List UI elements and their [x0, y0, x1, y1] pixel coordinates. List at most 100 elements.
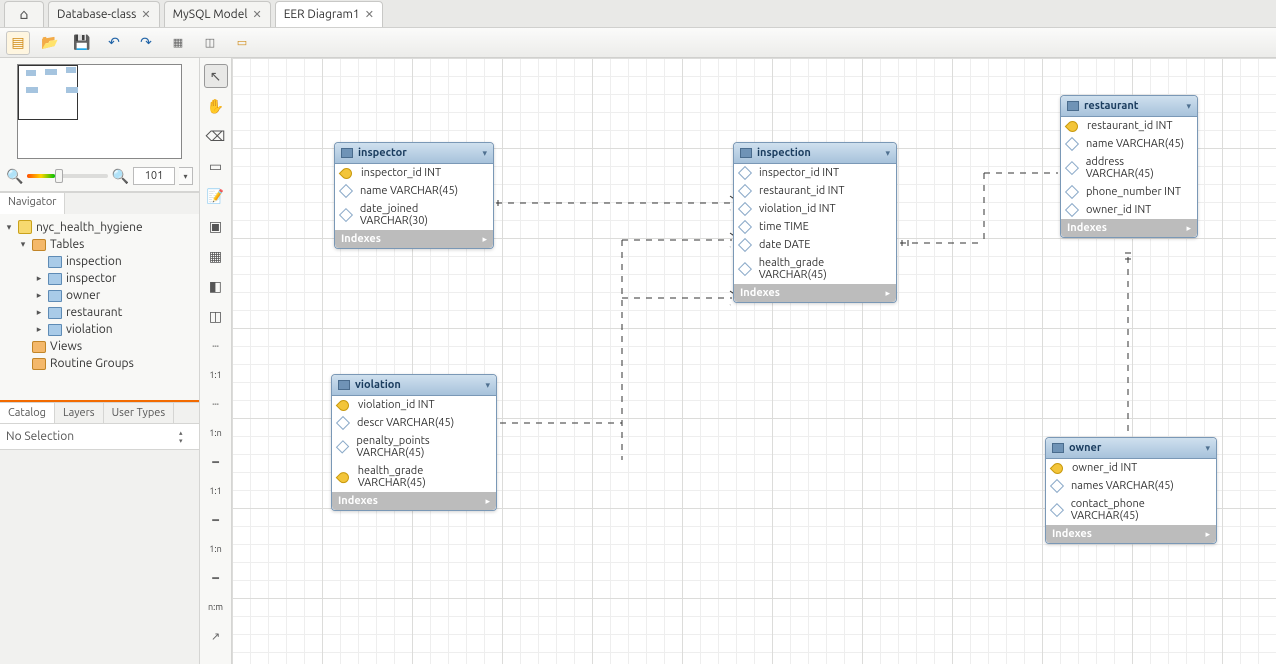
align-button[interactable]: ◫ — [198, 31, 222, 55]
new-file-button[interactable]: ▤ — [6, 31, 30, 55]
entity-indexes-toggle[interactable]: Indexes▸ — [734, 284, 896, 302]
tree-table-owner[interactable]: ▸ owner — [0, 287, 199, 304]
entity-header[interactable]: inspector▾ — [335, 143, 493, 164]
close-icon[interactable]: ✕ — [252, 8, 261, 21]
entity-column[interactable]: owner_id INT — [1061, 201, 1197, 219]
entity-column[interactable]: names VARCHAR(45) — [1046, 477, 1216, 495]
expand-icon[interactable]: ▸ — [1186, 223, 1191, 234]
undo-button[interactable]: ↶ — [102, 31, 126, 55]
tree-tables-folder[interactable]: ▾ Tables — [0, 236, 199, 253]
open-file-button[interactable]: 📂 — [38, 31, 62, 55]
entity-header[interactable]: violation▾ — [332, 375, 496, 396]
entity-indexes-toggle[interactable]: Indexes▸ — [1061, 219, 1197, 237]
collapse-icon[interactable]: ▾ — [1205, 443, 1210, 454]
entity-header[interactable]: inspection▾ — [734, 143, 896, 164]
rel-existing-tool[interactable]: ↗ — [204, 624, 228, 648]
routine-tool[interactable]: ◫ — [204, 304, 228, 328]
expand-icon[interactable]: ▸ — [885, 288, 890, 299]
diagram-canvas[interactable]: inspector▾inspector_id INTname VARCHAR(4… — [232, 58, 1276, 664]
layers-tab[interactable]: Layers — [55, 403, 104, 423]
entity-column[interactable]: descr VARCHAR(45) — [332, 414, 496, 432]
collapse-icon[interactable]: ▾ — [482, 148, 487, 159]
expand-icon[interactable]: ▾ — [18, 239, 28, 250]
entity-column[interactable]: restaurant_id INT — [1061, 117, 1197, 135]
tree-routines-folder[interactable]: Routine Groups — [0, 355, 199, 372]
tree-table-inspector[interactable]: ▸ inspector — [0, 270, 199, 287]
entity-violation[interactable]: violation▾violation_id INTdescr VARCHAR(… — [331, 374, 497, 511]
entity-column[interactable]: violation_id INT — [734, 200, 896, 218]
entity-inspection[interactable]: inspection▾inspector_id INTrestaurant_id… — [733, 142, 897, 303]
usertypes-tab[interactable]: User Types — [104, 403, 175, 423]
layer-tool[interactable]: ▭ — [204, 154, 228, 178]
catalog-tab[interactable]: Catalog — [0, 403, 55, 423]
entity-column[interactable]: date_joined VARCHAR(30) — [335, 200, 493, 230]
entity-indexes-toggle[interactable]: Indexes▸ — [335, 230, 493, 248]
entity-column[interactable]: phone_number INT — [1061, 183, 1197, 201]
rel-1-n-nonident-tool[interactable]: ┄ — [204, 392, 228, 416]
tree-views-folder[interactable]: Views — [0, 338, 199, 355]
entity-column[interactable]: health_grade VARCHAR(45) — [332, 462, 496, 492]
rel-1-1-ident-tool[interactable]: ━ — [204, 450, 228, 474]
entity-column[interactable]: penalty_points VARCHAR(45) — [332, 432, 496, 462]
entity-header[interactable]: restaurant▾ — [1061, 96, 1197, 117]
entity-column[interactable]: owner_id INT — [1046, 459, 1216, 477]
entity-column[interactable]: date DATE — [734, 236, 896, 254]
pointer-tool[interactable]: ↖ — [204, 64, 228, 88]
zoom-in-icon[interactable]: 🔍 — [112, 168, 129, 185]
mini-map[interactable] — [17, 64, 182, 159]
entity-column[interactable]: health_grade VARCHAR(45) — [734, 254, 896, 284]
entity-column[interactable]: time TIME — [734, 218, 896, 236]
expand-icon[interactable]: ▸ — [1205, 529, 1210, 540]
rel-1-1-nonident-tool[interactable]: ┄ — [204, 334, 228, 358]
entity-column[interactable]: contact_phone VARCHAR(45) — [1046, 495, 1216, 525]
home-tab[interactable]: ⌂ — [4, 1, 44, 27]
entity-indexes-toggle[interactable]: Indexes▸ — [332, 492, 496, 510]
view-tool[interactable]: ◧ — [204, 274, 228, 298]
expand-icon[interactable]: ▸ — [485, 496, 490, 507]
zoom-dropdown[interactable]: ▾ — [179, 167, 193, 185]
entity-column[interactable]: name VARCHAR(45) — [335, 182, 493, 200]
entity-column[interactable]: violation_id INT — [332, 396, 496, 414]
zoom-value[interactable]: 101 — [133, 167, 175, 185]
tree-table-restaurant[interactable]: ▸ restaurant — [0, 304, 199, 321]
save-button[interactable]: 💾 — [70, 31, 94, 55]
entity-indexes-toggle[interactable]: Indexes▸ — [1046, 525, 1216, 543]
entity-column[interactable]: inspector_id INT — [335, 164, 493, 182]
expand-icon[interactable]: ▸ — [482, 234, 487, 245]
zoom-slider[interactable] — [27, 174, 107, 178]
rel-1-n-ident-tool[interactable]: ━ — [204, 508, 228, 532]
tab-database-class[interactable]: Database-class ✕ — [48, 1, 160, 27]
entity-inspector[interactable]: inspector▾inspector_id INTname VARCHAR(4… — [334, 142, 494, 249]
zoom-out-icon[interactable]: 🔍 — [6, 168, 23, 185]
grid-toggle-button[interactable]: ▦ — [166, 31, 190, 55]
selection-row[interactable]: No Selection ▴▾ — [0, 424, 199, 450]
expand-icon[interactable]: ▸ — [34, 273, 44, 284]
zoom-handle[interactable] — [55, 169, 63, 183]
entity-column[interactable]: address VARCHAR(45) — [1061, 153, 1197, 183]
collapse-icon[interactable]: ▾ — [1186, 101, 1191, 112]
navigator-tab[interactable]: Navigator — [0, 193, 65, 214]
image-tool[interactable]: ▣ — [204, 214, 228, 238]
rel-n-m-tool[interactable]: ━ — [204, 566, 228, 590]
tree-table-inspection[interactable]: inspection — [0, 253, 199, 270]
entity-restaurant[interactable]: restaurant▾restaurant_id INTname VARCHAR… — [1060, 95, 1198, 238]
entity-column[interactable]: name VARCHAR(45) — [1061, 135, 1197, 153]
collapse-icon[interactable]: ▾ — [885, 148, 890, 159]
tab-eer-diagram1[interactable]: EER Diagram1 ✕ — [275, 1, 383, 27]
expand-icon[interactable]: ▾ — [4, 222, 14, 233]
close-icon[interactable]: ✕ — [141, 8, 150, 21]
close-icon[interactable]: ✕ — [365, 8, 374, 21]
stepper-icon[interactable]: ▴▾ — [179, 429, 193, 445]
collapse-icon[interactable]: ▾ — [485, 380, 490, 391]
eraser-tool[interactable]: ⌫ — [204, 124, 228, 148]
entity-column[interactable]: restaurant_id INT — [734, 182, 896, 200]
tree-schema-row[interactable]: ▾ nyc_health_hygiene — [0, 218, 199, 236]
expand-icon[interactable]: ▸ — [34, 307, 44, 318]
expand-icon[interactable]: ▸ — [34, 324, 44, 335]
notes-button[interactable]: ▭ — [230, 31, 254, 55]
tab-mysql-model[interactable]: MySQL Model ✕ — [164, 1, 271, 27]
entity-column[interactable]: inspector_id INT — [734, 164, 896, 182]
redo-button[interactable]: ↷ — [134, 31, 158, 55]
entity-header[interactable]: owner▾ — [1046, 438, 1216, 459]
expand-icon[interactable]: ▸ — [34, 290, 44, 301]
